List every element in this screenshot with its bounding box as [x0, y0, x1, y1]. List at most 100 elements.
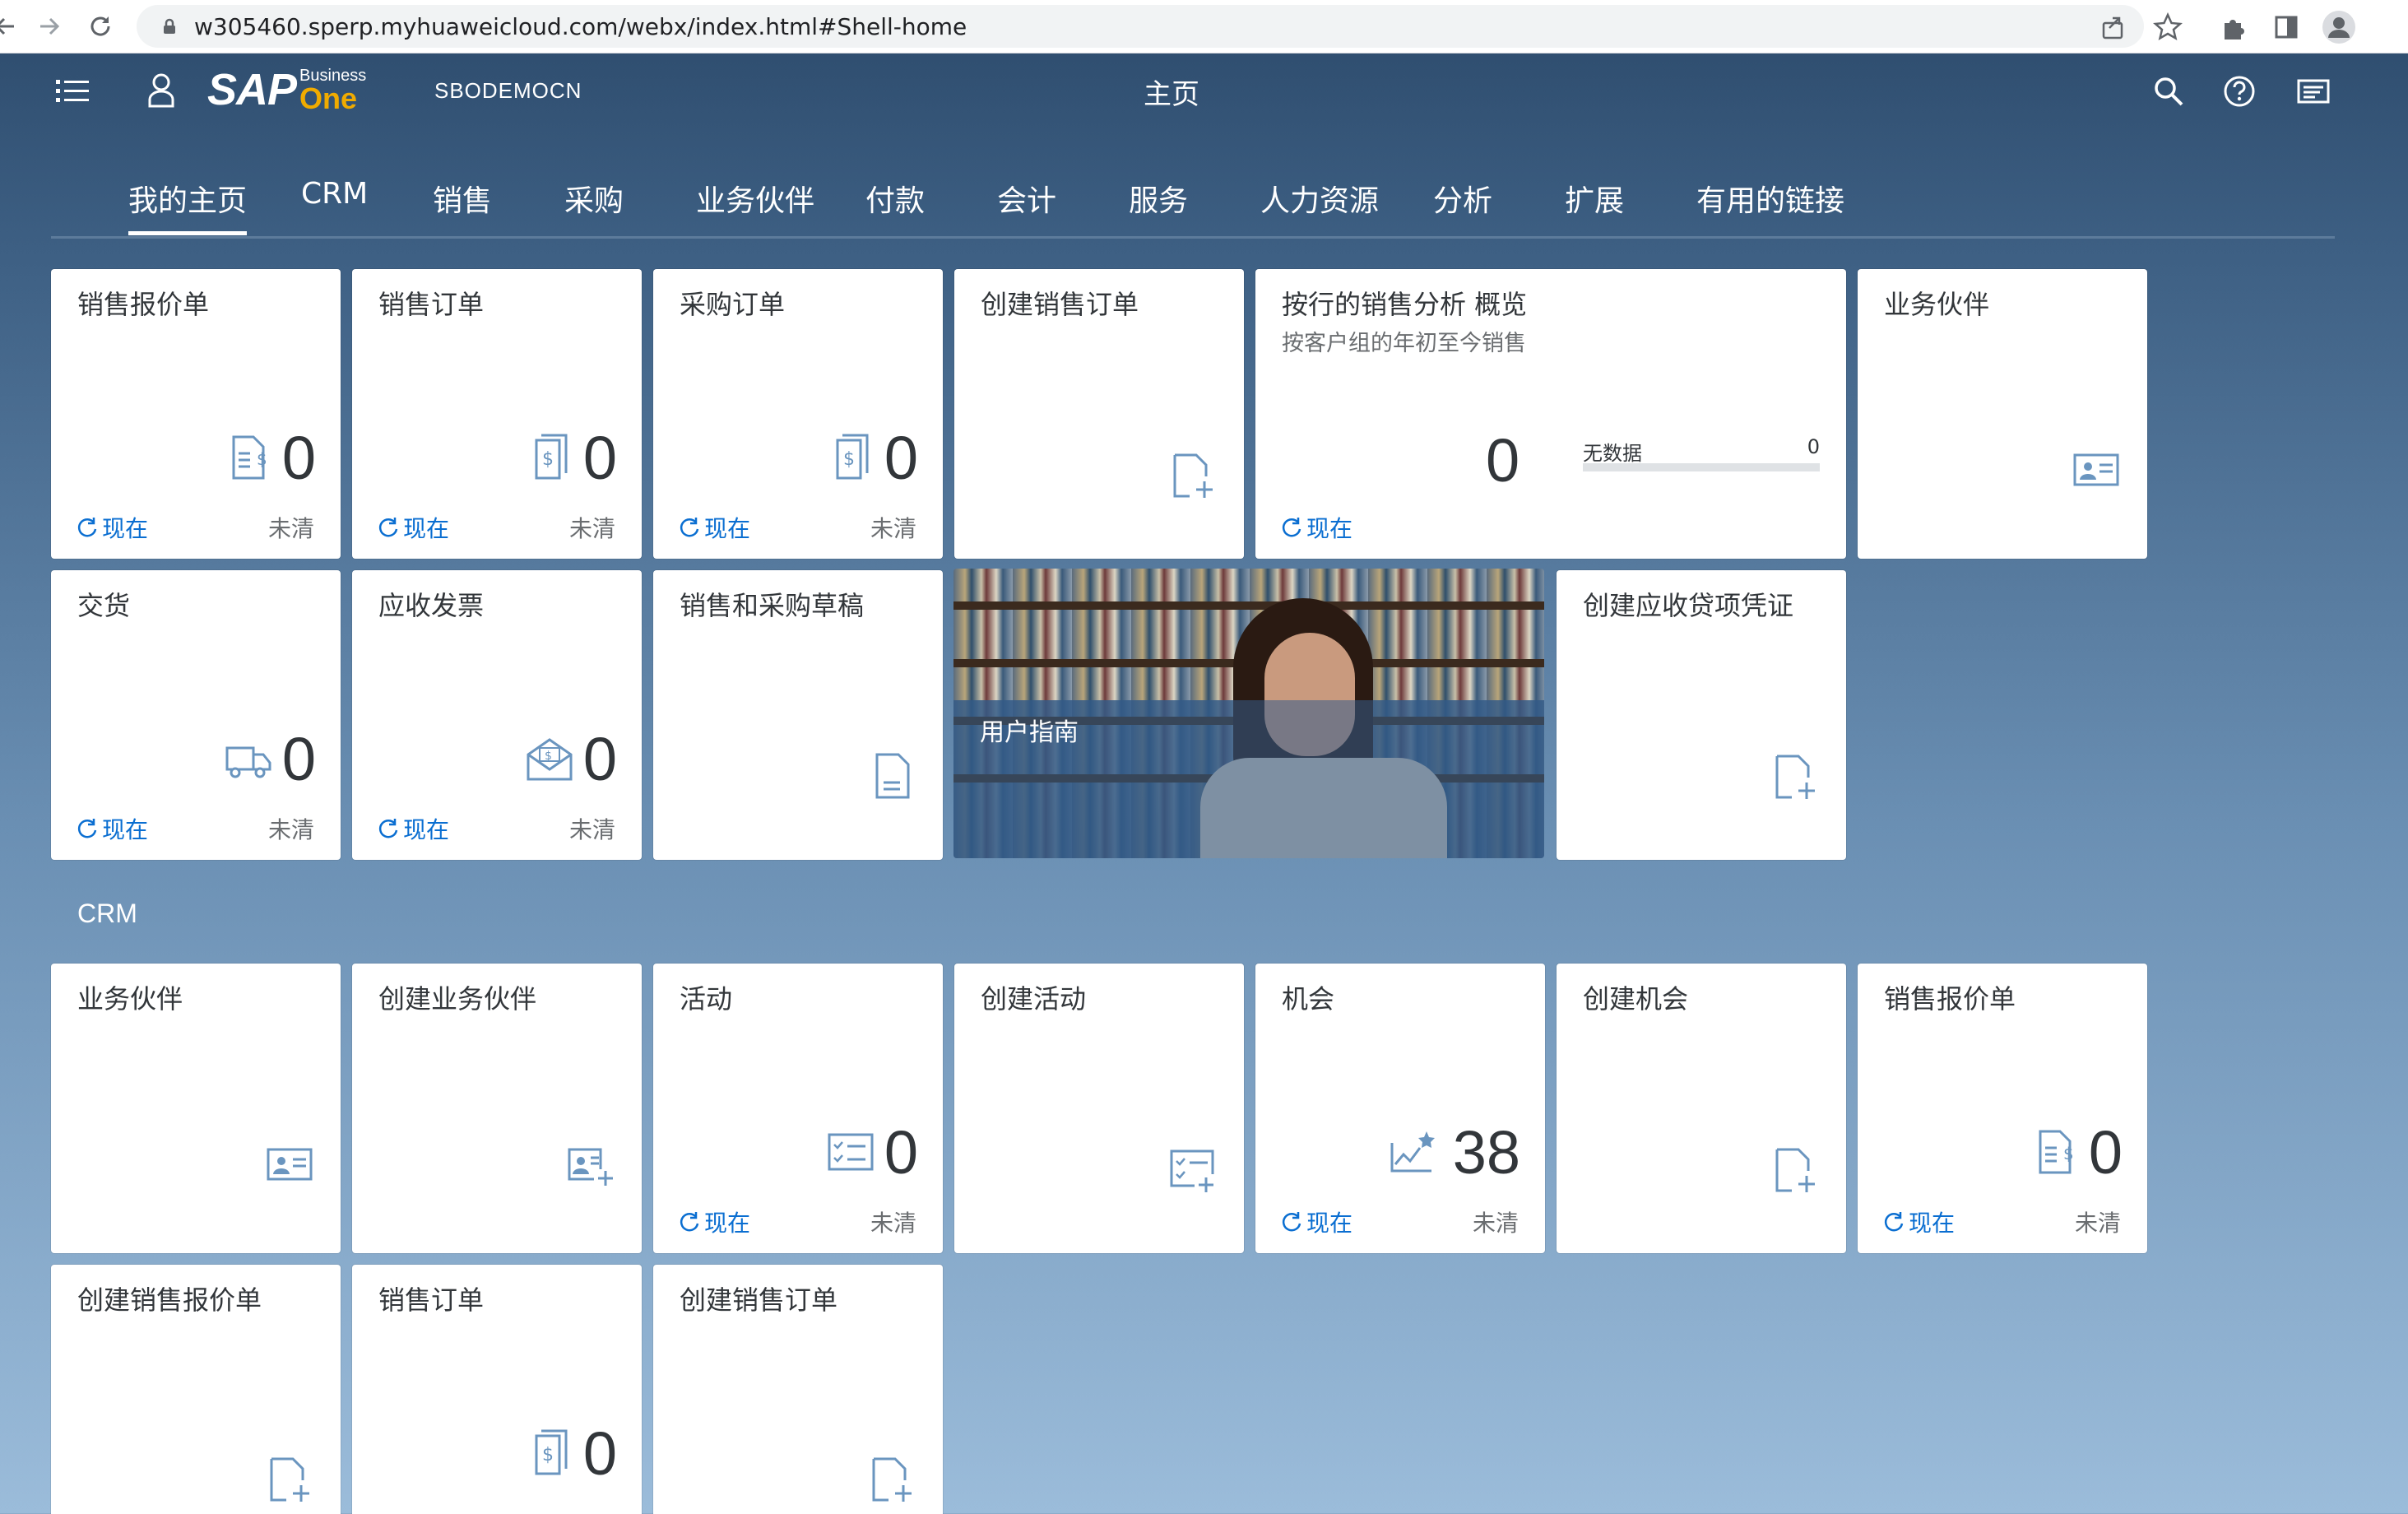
back-icon[interactable] — [0, 7, 25, 46]
tile-unit: 未清 — [568, 515, 615, 542]
refresh-link[interactable]: 现在 — [1280, 511, 1352, 544]
svg-text:$: $ — [2063, 1144, 2074, 1163]
tile-title: 创建销售订单 — [981, 289, 1139, 320]
page-title: 主页 — [1144, 78, 1199, 111]
tile-create-sales-order[interactable]: 创建销售订单 — [954, 269, 1244, 559]
tab-service[interactable]: 服务 — [1129, 177, 1188, 220]
dollar-document-icon: $ — [535, 434, 568, 480]
tile-ar-invoices[interactable]: 应收发票 $ 0 现在 未清 — [352, 570, 642, 860]
bar-track — [1583, 463, 1820, 471]
tile-deliveries[interactable]: 交货 0 现在 未清 — [51, 570, 341, 860]
tile-value: 38 — [1452, 1118, 1520, 1187]
add-document-icon — [872, 1457, 912, 1502]
tile-drafts[interactable]: 销售和采购草稿 — [653, 570, 943, 860]
tile-purchase-orders[interactable]: 采购订单 $ 0 现在 未清 — [653, 269, 943, 559]
search-icon[interactable] — [2150, 73, 2187, 109]
refresh-link[interactable]: 现在 — [1882, 1205, 1955, 1238]
tile-value: 0 — [582, 725, 617, 793]
refresh-link[interactable]: 现在 — [377, 812, 449, 845]
menu-icon[interactable] — [54, 75, 90, 108]
tab-useful-links[interactable]: 有用的链接 — [1696, 177, 1844, 220]
address-bar[interactable]: w305460.sperp.myhuaweicloud.com/webx/ind… — [137, 5, 2144, 48]
tile-activities[interactable]: 活动 0 现在 未清 — [653, 964, 943, 1253]
refresh-icon — [680, 518, 699, 537]
tile-business-partners[interactable]: 业务伙伴 — [1858, 269, 2147, 559]
tile-crm-sales-quotations[interactable]: 销售报价单 $ 0 现在 未清 — [1858, 964, 2147, 1253]
refresh-icon — [1884, 1212, 1904, 1232]
tile-title: 应收发票 — [378, 590, 485, 621]
tile-sales-analysis[interactable]: 按行的销售分析 概览 按客户组的年初至今销售 0 无数据 0 现在 — [1255, 269, 1846, 559]
tile-value: 0 — [1486, 426, 1520, 495]
notifications-icon[interactable] — [2295, 73, 2331, 109]
tab-payments[interactable]: 付款 — [865, 177, 925, 220]
tile-title: 按行的销售分析 概览 — [1282, 289, 1528, 320]
refresh-link[interactable]: 现在 — [1280, 1205, 1352, 1238]
tile-title: 交货 — [77, 590, 131, 621]
tile-crm-create-sales-order[interactable]: 创建销售订单 — [653, 1265, 943, 1514]
refresh-icon — [378, 518, 398, 537]
tile-title: 销售订单 — [378, 289, 485, 320]
dollar-document-icon: $ — [535, 1429, 568, 1475]
tab-extensions[interactable]: 扩展 — [1565, 177, 1624, 220]
refresh-link[interactable]: 现在 — [76, 511, 148, 544]
user-icon[interactable] — [145, 72, 178, 108]
tab-business-partners[interactable]: 业务伙伴 — [696, 177, 814, 220]
tile-crm-sales-orders[interactable]: 销售订单 $ 0 — [352, 1265, 642, 1514]
refresh-link[interactable]: 现在 — [678, 1205, 750, 1238]
tab-crm[interactable]: CRM — [301, 177, 368, 211]
tile-value: 0 — [281, 725, 316, 793]
add-document-icon — [1775, 755, 1815, 799]
document-dollar-icon: $ — [232, 435, 267, 480]
tab-purchasing[interactable]: 采购 — [564, 177, 624, 220]
tile-title: 活动 — [680, 983, 733, 1015]
side-panel-icon[interactable] — [2267, 8, 2305, 46]
tile-user-guide[interactable]: 用户指南 — [953, 569, 1544, 858]
tile-value: 0 — [884, 1118, 918, 1187]
tile-create-ar-credit-memo[interactable]: 创建应收贷项凭证 — [1557, 570, 1846, 860]
tab-accounting[interactable]: 会计 — [997, 177, 1056, 220]
tile-opportunities[interactable]: 机会 38 现在 未清 — [1255, 964, 1545, 1253]
refresh-icon — [1282, 518, 1301, 537]
extensions-icon[interactable] — [2215, 8, 2253, 46]
url-text: w305460.sperp.myhuaweicloud.com/webx/ind… — [194, 12, 967, 40]
tab-human-resources[interactable]: 人力资源 — [1260, 177, 1379, 220]
checklist-icon — [828, 1133, 874, 1171]
add-document-icon — [1173, 453, 1213, 498]
forward-icon[interactable] — [30, 7, 69, 46]
profile-icon[interactable] — [2320, 8, 2358, 46]
reload-icon[interactable] — [81, 7, 120, 46]
document-icon — [875, 753, 910, 799]
tile-crm-business-partners[interactable]: 业务伙伴 — [51, 964, 341, 1253]
tile-unit: 未清 — [267, 816, 314, 843]
refresh-link[interactable]: 现在 — [377, 511, 449, 544]
tab-my-home[interactable]: 我的主页 — [128, 177, 248, 235]
tile-title: 销售和采购草稿 — [680, 590, 865, 621]
tile-create-activity[interactable]: 创建活动 — [954, 964, 1244, 1253]
shipping-truck-icon — [225, 746, 271, 778]
browser-toolbar: w305460.sperp.myhuaweicloud.com/webx/ind… — [0, 0, 2408, 53]
help-icon[interactable] — [2221, 73, 2257, 109]
tab-analytics[interactable]: 分析 — [1433, 177, 1492, 220]
add-checklist-icon — [1170, 1149, 1214, 1192]
tile-create-sales-quotation[interactable]: 创建销售报价单 — [51, 1265, 341, 1514]
tile-create-opportunity[interactable]: 创建机会 — [1557, 964, 1846, 1253]
tile-title: 创建机会 — [1583, 983, 1689, 1015]
tile-sales-orders[interactable]: 销售订单 $ 0 现在 未清 — [352, 269, 642, 559]
invoice-envelope-icon: $ — [527, 738, 573, 781]
share-icon[interactable] — [2095, 8, 2132, 46]
company-name[interactable]: SBODEMOCN — [434, 78, 582, 104]
tile-sales-quotations[interactable]: 销售报价单 $ 0 现在 未清 — [51, 269, 341, 559]
refresh-icon — [77, 819, 97, 838]
refresh-link[interactable]: 现在 — [678, 511, 750, 544]
star-icon[interactable] — [2149, 8, 2187, 46]
refresh-link[interactable]: 现在 — [76, 812, 148, 845]
tile-title: 创建销售报价单 — [77, 1284, 262, 1316]
tile-value: 0 — [884, 424, 918, 492]
tile-title: 业务伙伴 — [77, 983, 183, 1015]
tab-sales[interactable]: 销售 — [433, 177, 492, 220]
tile-create-business-partner[interactable]: 创建业务伙伴 — [352, 964, 642, 1253]
add-document-icon — [1775, 1148, 1815, 1192]
section-title-crm: CRM — [77, 899, 137, 928]
tile-value: 0 — [582, 424, 617, 492]
lock-icon — [164, 18, 175, 34]
